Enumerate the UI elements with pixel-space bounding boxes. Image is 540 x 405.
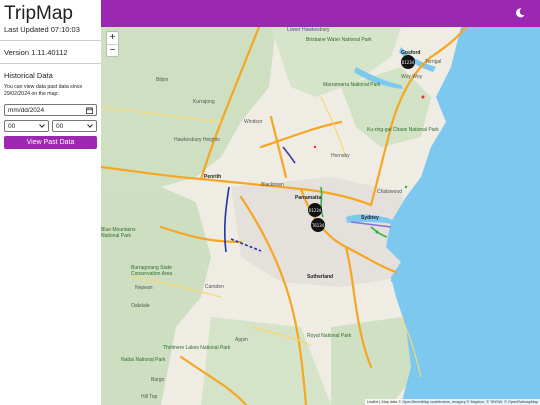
map-label-blue-mountains: Blue Mountains National Park bbox=[101, 227, 136, 239]
map-label-kurrajong: Kurrajong bbox=[193, 99, 215, 105]
minute-select[interactable]: 00 bbox=[52, 120, 97, 132]
map-label-bilpin: Bilpin bbox=[156, 77, 169, 83]
chevron-down-icon bbox=[87, 124, 93, 128]
zoom-in-button[interactable]: + bbox=[107, 32, 118, 45]
historical-data-heading: Historical Data bbox=[4, 71, 53, 80]
divider bbox=[0, 63, 101, 64]
map-label-windsor: Windsor bbox=[244, 119, 263, 125]
map-label-oakdale: Oakdale bbox=[131, 303, 150, 309]
top-bar bbox=[101, 0, 540, 27]
map-label-nepean: Nepean bbox=[135, 285, 153, 291]
map-label-penrith: Penrith bbox=[204, 174, 222, 180]
last-updated-text: Last Updated 07:10:03 bbox=[4, 25, 80, 34]
moon-icon[interactable] bbox=[514, 7, 526, 19]
map[interactable]: Gosford Woy Woy Terrigal Brisbane Water … bbox=[101, 27, 540, 405]
map-label-nattai: Nattai National Park bbox=[121, 357, 166, 363]
map-label-sydney: Sydney bbox=[361, 215, 379, 221]
map-label-camden: Camden bbox=[205, 284, 224, 290]
view-past-data-button[interactable]: View Past Data bbox=[4, 136, 97, 149]
map-label-marramarra: Marramarra National Park bbox=[323, 82, 381, 88]
calendar-icon bbox=[86, 106, 93, 114]
map-label-royal: Royal National Park bbox=[307, 333, 352, 339]
map-attribution: Leaflet | Map data © OpenStreetMap contr… bbox=[364, 399, 540, 405]
minute-select-value: 00 bbox=[56, 122, 64, 130]
map-label-thirlmere: Thirlmere Lakes National Park bbox=[163, 345, 231, 351]
map-label-blacktown: Blacktown bbox=[261, 182, 284, 188]
historical-data-description: You can view data past data since 29/02/… bbox=[4, 84, 83, 97]
zoom-out-button[interactable]: − bbox=[107, 45, 118, 57]
map-label-appin: Appin bbox=[235, 337, 248, 343]
map-label-kuring-gai: Ku-ring-gai Chase National Park bbox=[367, 127, 439, 133]
divider bbox=[0, 40, 101, 41]
map-label-bargo: Bargo bbox=[151, 377, 165, 383]
map-label-hawkesbury: Hawkesbury Heights bbox=[174, 137, 220, 143]
version-text: Version 1.11.40112 bbox=[4, 48, 68, 57]
hour-select[interactable]: 00 bbox=[4, 120, 49, 132]
vehicle-marker[interactable]: T6134 bbox=[311, 218, 325, 232]
map-label-hill-top: Hill Top bbox=[141, 394, 158, 400]
map-label-parramatta: Parramatta bbox=[295, 195, 322, 201]
map-label-burragorang: Burragorang State Conservation Area bbox=[131, 265, 173, 277]
vehicle-marker[interactable]: D1234 bbox=[401, 55, 415, 69]
date-input[interactable]: mm/dd/2024 bbox=[4, 104, 97, 116]
zoom-control: + − bbox=[106, 31, 119, 57]
map-label-sutherland: Sutherland bbox=[307, 274, 334, 280]
map-label-hornsby: Hornsby bbox=[331, 153, 350, 159]
chevron-down-icon bbox=[39, 124, 45, 128]
map-label-chatswood: Chatswood bbox=[377, 189, 403, 195]
app-title: TripMap bbox=[4, 3, 73, 24]
map-label-lower-hawkesbury: Lower Hawkesbury bbox=[287, 27, 330, 33]
vehicle-marker[interactable]: D1234 bbox=[308, 203, 322, 217]
map-label-woy-woy: Woy Woy bbox=[401, 74, 423, 80]
map-label-brisbane-water: Brisbane Water National Park bbox=[306, 37, 372, 43]
date-input-value: mm/dd/2024 bbox=[8, 106, 45, 114]
hour-select-value: 00 bbox=[8, 122, 16, 130]
map-label-terrigal: Terrigal bbox=[425, 59, 442, 65]
sidebar: TripMap Last Updated 07:10:03 Version 1.… bbox=[0, 0, 101, 405]
